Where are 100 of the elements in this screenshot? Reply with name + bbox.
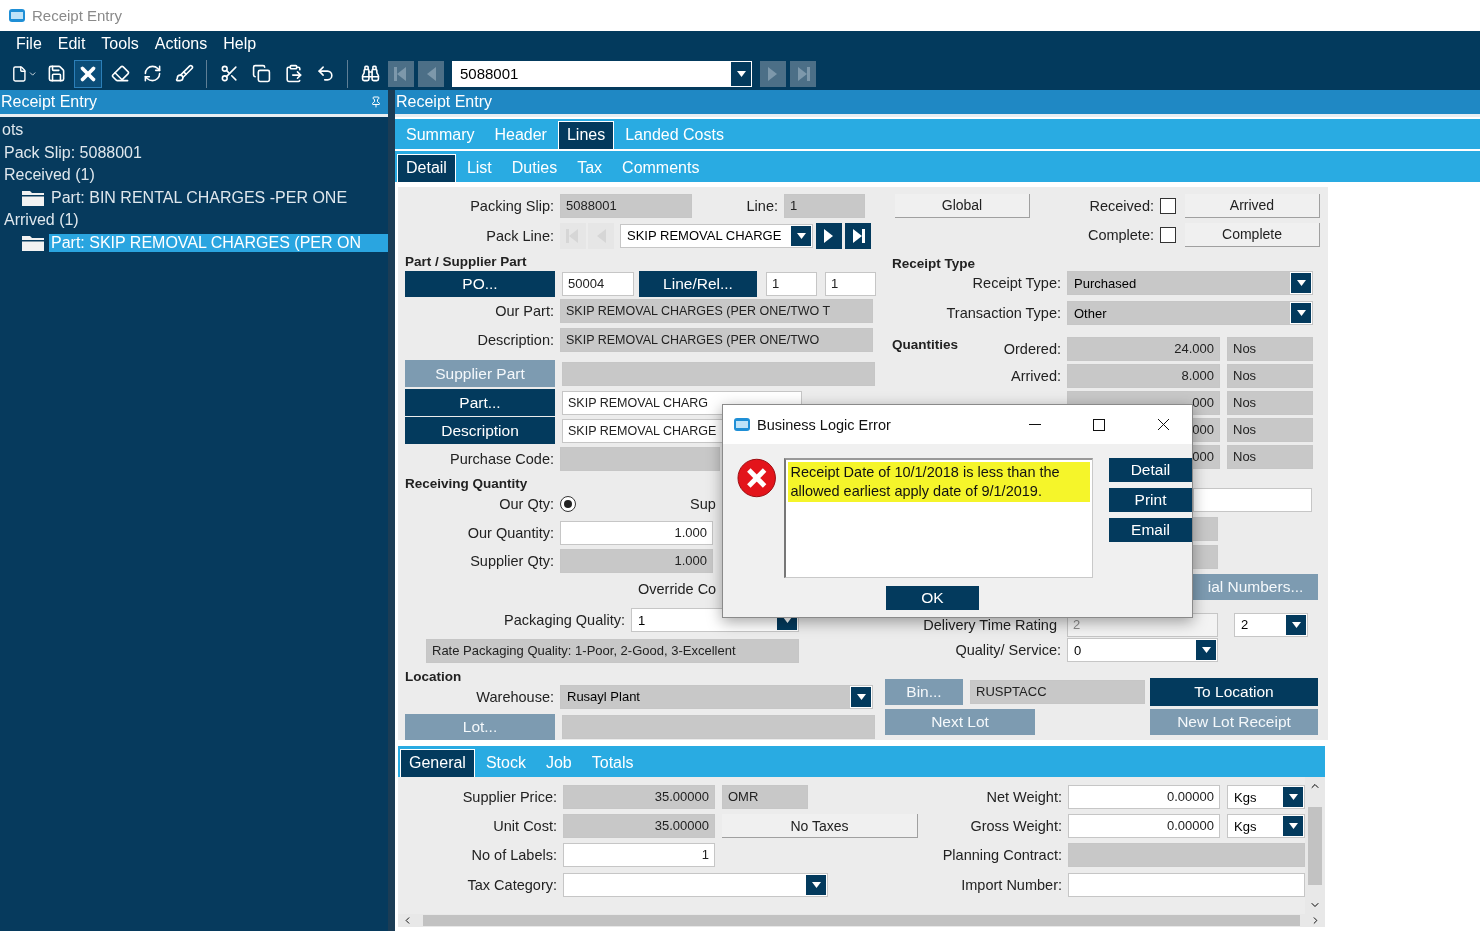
first-record-icon bbox=[393, 65, 409, 82]
description-button[interactable]: Description bbox=[405, 417, 555, 444]
po-button[interactable]: PO... bbox=[405, 271, 555, 297]
currency-field: OMR bbox=[722, 785, 808, 809]
dialog-button[interactable]: Email bbox=[1109, 518, 1192, 542]
radio-button[interactable] bbox=[560, 496, 576, 512]
field-label: Delivery Time Rating bbox=[922, 616, 1058, 633]
field-label: Line: bbox=[745, 198, 779, 214]
tree-item[interactable]: Arrived (1) bbox=[2, 211, 81, 230]
caret-icon bbox=[1296, 280, 1306, 286]
field-label: Packaging Quality: bbox=[503, 612, 626, 628]
field-label: Pack Line: bbox=[485, 227, 555, 244]
tab[interactable]: General bbox=[400, 749, 475, 777]
field-label: Override Co bbox=[638, 581, 717, 597]
gross-weight-field: 0.00000 bbox=[1068, 814, 1220, 838]
line-field: 1 bbox=[784, 194, 865, 218]
field-label: Packing Slip: bbox=[469, 198, 555, 214]
field-label: Supplier Price: bbox=[461, 789, 558, 805]
field-label: Our Quantity: bbox=[466, 524, 555, 541]
menu-item[interactable]: Actions bbox=[146, 35, 216, 53]
field-label: Description: bbox=[476, 331, 555, 348]
dialog-button[interactable]: Print bbox=[1109, 488, 1192, 512]
tree-item[interactable]: Part: BIN RENTAL CHARGES -PER ONE bbox=[49, 188, 350, 207]
tab[interactable]: Lines bbox=[557, 121, 615, 149]
field-label: Our Qty: bbox=[498, 496, 555, 512]
line-field: 1 bbox=[766, 272, 817, 296]
dialog-button[interactable]: Detail bbox=[1109, 458, 1192, 482]
section-heading: Location bbox=[405, 668, 462, 684]
dropdown-field[interactable]: 0 bbox=[1067, 638, 1218, 662]
complete-button[interactable]: Complete bbox=[1185, 222, 1320, 247]
unit-cost-field: 35.00000 bbox=[563, 814, 715, 838]
window-icon bbox=[8, 8, 26, 23]
tree-item[interactable]: ots bbox=[0, 121, 26, 140]
line-release-button[interactable]: Line/Rel... bbox=[639, 271, 757, 297]
caret-icon bbox=[1201, 647, 1211, 653]
dropdown-field[interactable]: Other bbox=[1067, 301, 1313, 325]
section-heading: Receiving Quantity bbox=[405, 475, 528, 491]
delete-icon[interactable] bbox=[74, 59, 102, 88]
last-record-icon bbox=[795, 65, 811, 82]
minimize-icon[interactable] bbox=[1029, 423, 1041, 426]
unit-field: Nos bbox=[1227, 337, 1313, 361]
rating-note: Rate Packaging Quality: 1-Poor, 2-Good, 3-Excellent bbox=[426, 638, 799, 663]
arrived-button[interactable]: Arrived bbox=[1185, 193, 1320, 218]
to-location-button[interactable]: To Location bbox=[1150, 678, 1318, 706]
menu-item[interactable]: Tools bbox=[93, 35, 147, 53]
field-label: Arrived: bbox=[1010, 368, 1062, 384]
field-label: Supplier Qty: bbox=[469, 552, 555, 569]
dropdown-field[interactable]: Kgs bbox=[1227, 814, 1305, 838]
record-dropdown[interactable]: 5088001 bbox=[452, 60, 752, 87]
bin-field: RUSPTACC bbox=[970, 680, 1145, 704]
caret-icon bbox=[736, 70, 746, 77]
field-label: Transaction Type: bbox=[945, 305, 1062, 321]
folder-icon bbox=[22, 234, 44, 251]
checkbox[interactable] bbox=[1160, 226, 1176, 243]
folder-icon bbox=[22, 189, 44, 206]
field-label: No of Labels: bbox=[470, 847, 558, 863]
error-icon bbox=[737, 458, 777, 498]
quantity-field: 24.000 bbox=[1067, 337, 1220, 361]
dropdown-field[interactable]: Rusayl Plant bbox=[560, 684, 873, 709]
field-label: Received: bbox=[1088, 197, 1155, 214]
window-icon bbox=[733, 417, 751, 432]
no-taxes-button[interactable]: No Taxes bbox=[722, 814, 918, 838]
our-part-field: SKIP REMOVAL CHARGES (PER ONE/TWO T bbox=[560, 299, 873, 323]
pin-icon[interactable] bbox=[370, 96, 382, 108]
po-field: 50004 bbox=[562, 272, 634, 296]
maximize-icon[interactable] bbox=[1093, 418, 1105, 431]
unit-field: Nos bbox=[1227, 445, 1313, 469]
field-label: Sup bbox=[690, 496, 716, 512]
dropdown-field[interactable]: SKIP REMOVAL CHARGE bbox=[620, 223, 813, 248]
dropdown-field[interactable] bbox=[563, 872, 828, 897]
caret-icon bbox=[811, 881, 821, 888]
tab[interactable]: Detail bbox=[397, 154, 456, 182]
vertical-scrollbar[interactable] bbox=[1305, 777, 1325, 914]
field-label: Warehouse: bbox=[475, 688, 555, 705]
ok-button[interactable]: OK bbox=[886, 586, 979, 610]
panel-title: Receipt Entry bbox=[396, 93, 493, 111]
error-message: Receipt Date of 10/1/2018 is less than the allowed earliest apply date of 9/1/2019. bbox=[788, 462, 1090, 502]
menu-item[interactable]: File bbox=[8, 35, 50, 53]
supplier-price-field: 35.00000 bbox=[563, 785, 715, 809]
dropdown-field[interactable]: Purchased bbox=[1067, 271, 1313, 295]
horizontal-scrollbar[interactable] bbox=[398, 914, 1325, 927]
field-label: Ordered: bbox=[1002, 341, 1062, 357]
field-label: Unit Cost: bbox=[492, 818, 558, 834]
global-button[interactable]: Global bbox=[895, 193, 1030, 218]
dropdown-field[interactable]: Kgs bbox=[1227, 785, 1305, 809]
checkbox[interactable] bbox=[1160, 197, 1176, 214]
section-heading: Quantities bbox=[892, 337, 959, 352]
field-label: Our Part: bbox=[494, 303, 555, 319]
close-icon[interactable] bbox=[1156, 418, 1170, 431]
tree-item[interactable]: Received (1) bbox=[2, 166, 97, 185]
field-label: Complete: bbox=[1086, 226, 1155, 243]
caret-icon bbox=[1296, 310, 1306, 316]
part-button[interactable]: Part... bbox=[405, 389, 555, 416]
tree-item[interactable]: Pack Slip: 5088001 bbox=[2, 143, 144, 162]
release-field: 1 bbox=[825, 272, 876, 296]
field-label: Net Weight: bbox=[985, 789, 1063, 805]
menu-item[interactable]: Help bbox=[215, 35, 265, 53]
menu-item[interactable]: Edit bbox=[49, 35, 94, 53]
labels-field: 1 bbox=[563, 843, 715, 867]
supplier-qty-field: 1.000 bbox=[560, 548, 713, 573]
